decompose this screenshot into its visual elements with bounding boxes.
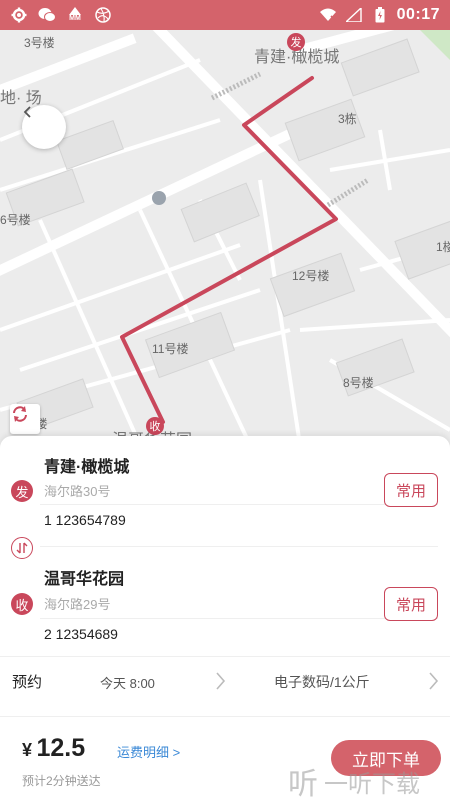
- swap-address-button[interactable]: [11, 537, 33, 559]
- map-label: 6号楼: [0, 213, 31, 227]
- chevron-right-icon[interactable]: [425, 670, 443, 692]
- wechat-icon: [38, 6, 56, 24]
- receiver-phone: 2 12354689: [44, 626, 118, 642]
- clock: 00:17: [396, 6, 440, 23]
- sender-badge: 发: [11, 480, 33, 502]
- status-bar: MM 00:17: [0, 0, 450, 30]
- map-label: 地· 场: [0, 90, 42, 107]
- signal-icon: [345, 6, 363, 24]
- sender-phone: 1 123654789: [44, 512, 126, 528]
- refresh-location-button[interactable]: [10, 404, 40, 434]
- swap-icon: [16, 542, 28, 554]
- map-label: 8号楼: [343, 376, 374, 390]
- reservation-time[interactable]: 今天 8:00: [100, 673, 155, 692]
- back-button[interactable]: [22, 105, 66, 149]
- price: ¥ 12.5: [22, 734, 86, 762]
- divider: [0, 716, 450, 717]
- watermark: 听 一听下载: [288, 766, 448, 800]
- divider: [40, 618, 438, 619]
- divider: [40, 504, 438, 505]
- map-label: 11号楼: [152, 342, 189, 356]
- battery-icon: [371, 6, 389, 24]
- watermark-logo: 听: [288, 768, 318, 800]
- map-label: 3栋: [338, 112, 357, 126]
- chevron-right-icon[interactable]: [212, 670, 230, 692]
- sender-name: 青建·橄榄城: [44, 459, 130, 476]
- fee-detail-link[interactable]: 运费明细 >: [117, 742, 180, 761]
- map-canvas: [0, 30, 450, 445]
- refresh-icon: [13, 406, 27, 422]
- map-label: 12号楼: [292, 269, 330, 283]
- sender-map-pin: 发: [287, 33, 305, 51]
- wifi-icon: [319, 6, 337, 24]
- eta-text: 预计2分钟送达: [22, 774, 101, 788]
- options-row: 预约 今天 8:00 电子数码/1公斤: [0, 658, 450, 704]
- map-label: 3号楼: [24, 36, 55, 50]
- reservation-label: 预约: [12, 674, 43, 691]
- route-map[interactable]: 3号楼 青建·橄榄城 地· 场 3栋 6号楼 1楼 12号楼 11号楼 8号楼 …: [0, 30, 450, 445]
- watermark-text: 一听下载: [324, 770, 420, 798]
- goods-type[interactable]: 电子数码/1公斤: [274, 672, 370, 692]
- sender-favorite-button[interactable]: 常用: [384, 473, 438, 507]
- dribbble-icon: [94, 6, 112, 24]
- map-label: 1楼: [436, 240, 450, 254]
- chevron-left-icon: [23, 106, 31, 118]
- order-card: 发 青建·橄榄城 海尔路30号 1 123654789 常用 收 温哥华花园 海…: [0, 436, 450, 800]
- receiver-badge: 收: [11, 593, 33, 615]
- poi-icon: [152, 191, 166, 205]
- receiver-address: 海尔路29号: [44, 597, 111, 612]
- sender-address: 海尔路30号: [44, 484, 111, 499]
- receiver-favorite-button[interactable]: 常用: [384, 587, 438, 621]
- receiver-map-pin: 收: [146, 417, 164, 435]
- settings-icon: [10, 6, 28, 24]
- divider: [0, 656, 450, 657]
- divider: [40, 546, 438, 547]
- receiver-name: 温哥华花园: [44, 571, 125, 588]
- app-mm-icon: MM: [66, 6, 84, 24]
